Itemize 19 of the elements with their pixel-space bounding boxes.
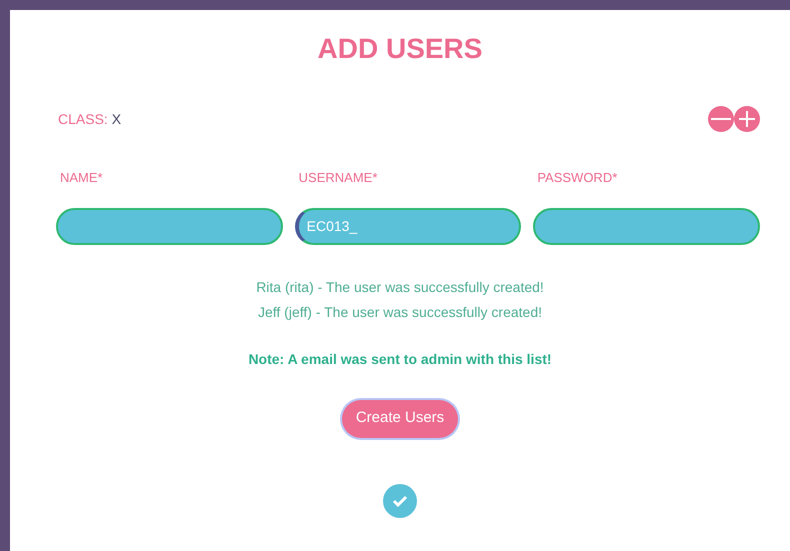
- create-users-button[interactable]: Create Users: [342, 400, 458, 438]
- check-icon: [392, 494, 408, 506]
- plus-icon: [739, 111, 755, 127]
- success-message: Rita (rita) - The user was successfully created!: [256, 278, 544, 297]
- class-label: CLASS:: [58, 110, 108, 126]
- success-message: Jeff (jeff) - The user was successfully created!: [258, 302, 542, 322]
- remove-button[interactable]: [708, 106, 734, 132]
- confirm-button[interactable]: [383, 484, 417, 518]
- field-label: NAME*: [59, 169, 104, 187]
- field-label: USERNAME*: [298, 169, 378, 187]
- note-text: Note: A email was sent to admin with this list!: [248, 350, 552, 368]
- field-label: PASSWORD*: [536, 169, 618, 187]
- add-button[interactable]: [734, 106, 760, 132]
- minus-icon: [711, 117, 731, 121]
- dialog-title: ADD USERS: [318, 32, 482, 66]
- class-value: X: [112, 110, 122, 126]
- input-field[interactable]: EC013_: [294, 208, 522, 244]
- input-field[interactable]: [533, 208, 760, 244]
- input-field[interactable]: [56, 208, 283, 244]
